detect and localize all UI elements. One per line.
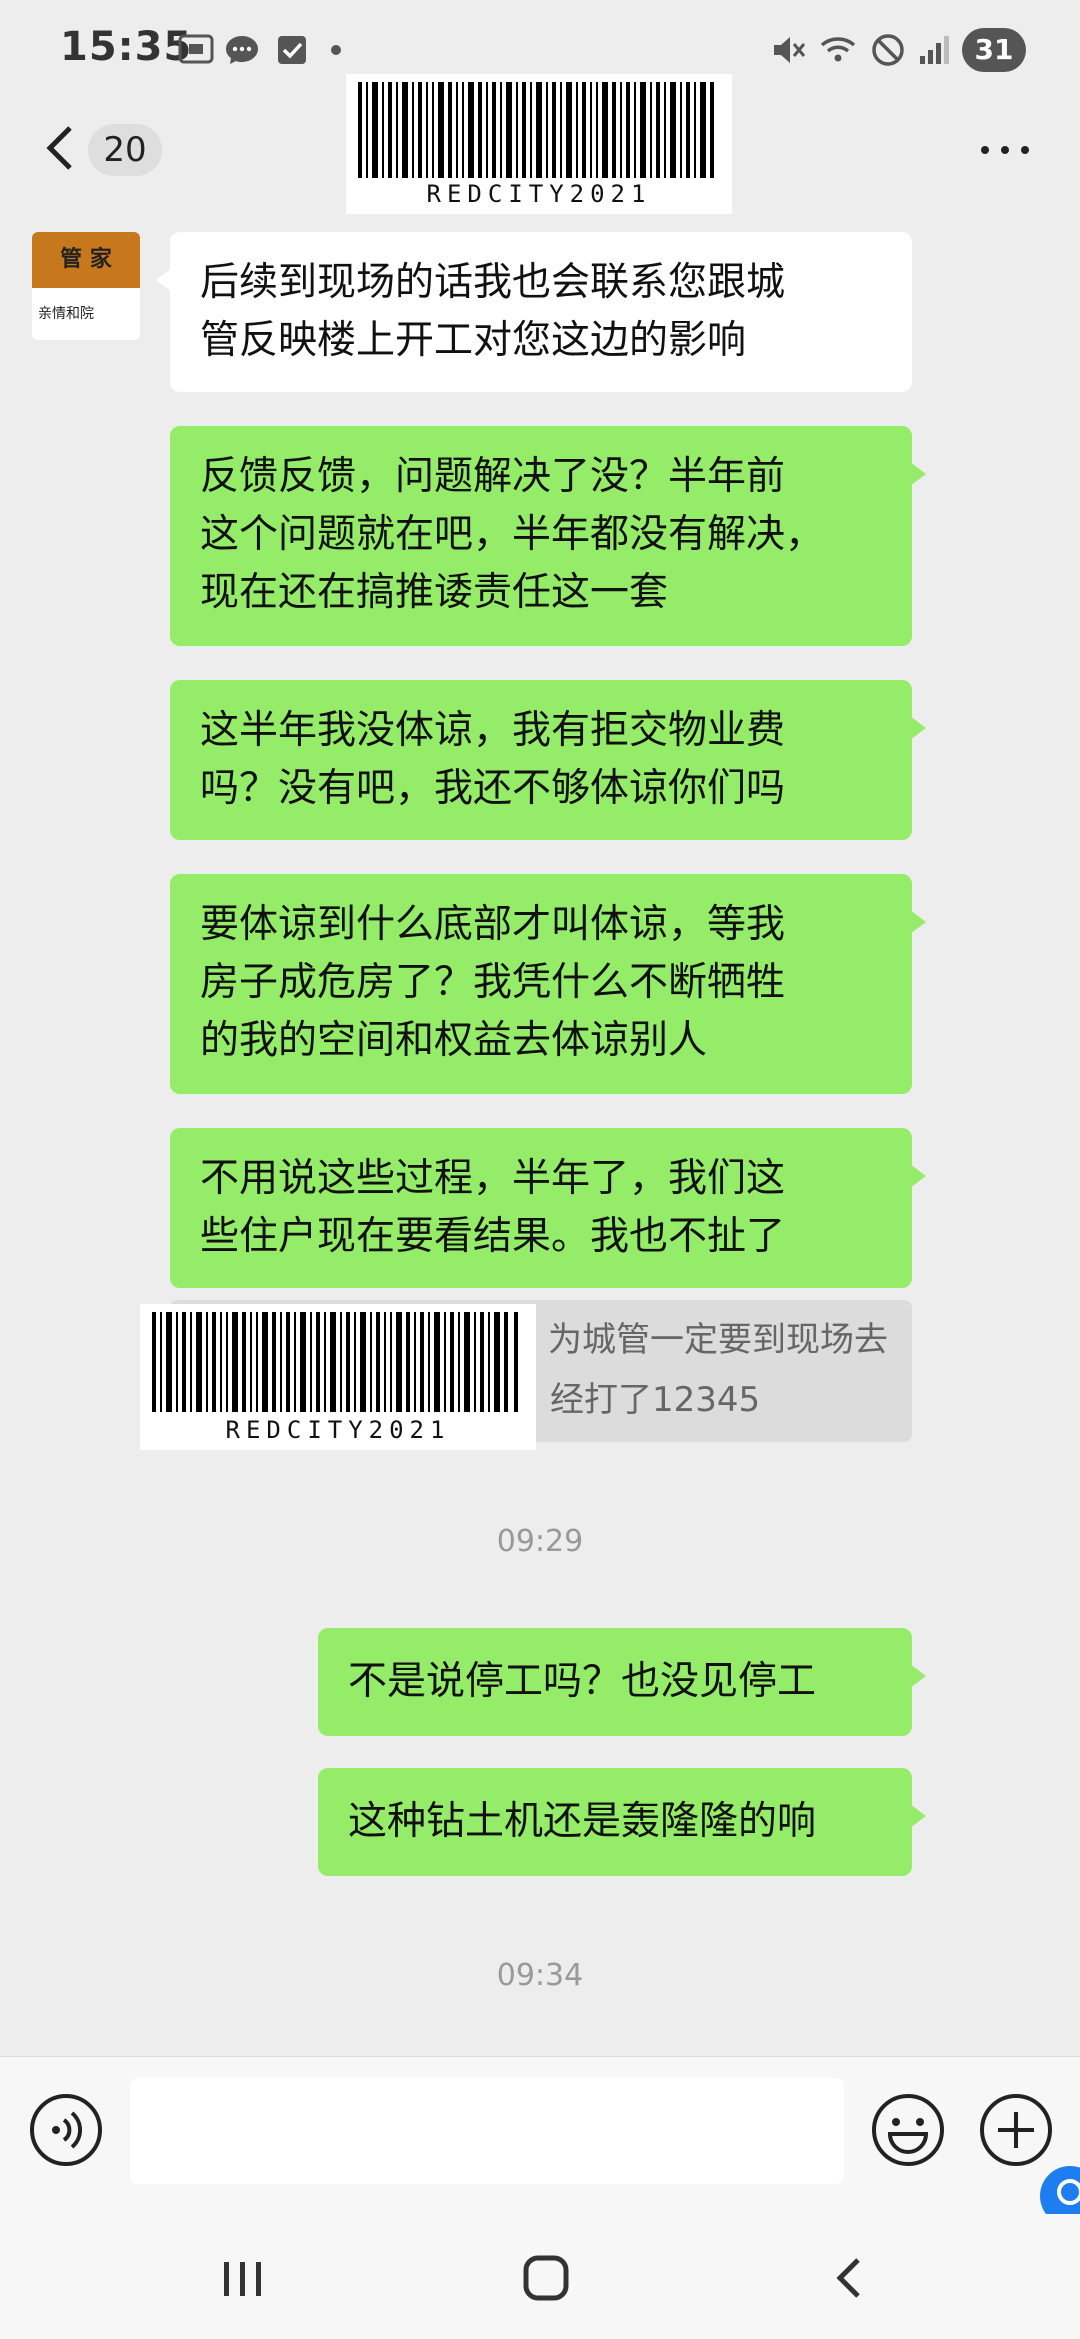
home-icon[interactable]: [516, 2248, 576, 2308]
watermark-text: REDCITY2021: [426, 180, 652, 208]
plus-icon[interactable]: [976, 2090, 1056, 2170]
emoji-icon[interactable]: [868, 2090, 948, 2170]
message-line: 管反映楼上开工对您这边的影响: [200, 318, 747, 363]
sent-message-bubble[interactable]: 这种钻土机还是轰隆隆的响: [318, 1768, 926, 1876]
message-line: 的我的空间和权益去体谅别人: [200, 1018, 708, 1063]
status-clock: 15:35: [60, 24, 193, 70]
mute-icon: [774, 37, 806, 63]
avatar-label-top: 管 家: [32, 232, 140, 288]
unread-count-badge[interactable]: 20: [88, 124, 162, 176]
watermark-barcode: REDCITY2021: [140, 1304, 536, 1450]
message-line: 现在还在搞推诿责任这一套: [200, 570, 669, 615]
system-back-icon[interactable]: [820, 2248, 880, 2308]
message-line: 反馈反馈，问题解决了没？半年前: [200, 454, 786, 499]
message-line: 吗？没有吧，我还不够体谅你们吗: [200, 766, 786, 811]
screenshot-icon: [178, 34, 214, 64]
floating-assistant-icon[interactable]: [1036, 2162, 1080, 2222]
sent-message-bubble[interactable]: 这半年我没体谅，我有拒交物业费 吗？没有吧，我还不够体谅你们吗: [170, 680, 926, 840]
watermark-text: REDCITY2021: [225, 1416, 451, 1444]
received-message-bubble[interactable]: 后续到现场的话我也会联系您跟城 管反映楼上开工对您这边的影响: [156, 232, 912, 392]
sent-message-bubble[interactable]: 要体谅到什么底部才叫体谅，等我 房子成危房了？我凭什么不断牺牲 的我的空间和权益…: [170, 874, 926, 1094]
wifi-icon: [820, 37, 856, 62]
back-chevron-icon[interactable]: [40, 122, 80, 174]
checkbox-icon: [278, 36, 306, 64]
message-line: 后续到现场的话我也会联系您跟城: [200, 260, 786, 305]
battery-indicator: 31: [962, 28, 1026, 72]
message-line: 这种钻土机还是轰隆隆的响: [348, 1799, 817, 1844]
sent-message-bubble[interactable]: 反馈反馈，问题解决了没？半年前 这个问题就在吧，半年都没有解决， 现在还在搞推诿…: [170, 426, 926, 646]
recent-apps-icon[interactable]: [214, 2248, 274, 2308]
barcode-graphic: [358, 82, 714, 178]
avatar-label-bottom: 亲情和院: [38, 306, 94, 322]
message-input-field[interactable]: [130, 2078, 844, 2184]
signal-icon: [920, 36, 949, 64]
message-timestamp: 09:34: [496, 1958, 584, 1993]
contact-avatar[interactable]: 管 家 亲情和院: [32, 232, 140, 340]
watermark-barcode: REDCITY2021: [346, 74, 732, 214]
voice-input-icon[interactable]: [26, 2090, 106, 2170]
message-line: 这个问题就在吧，半年都没有解决，: [200, 512, 825, 557]
do-not-disturb-icon: [872, 34, 904, 66]
message-line: 要体谅到什么底部才叫体谅，等我: [200, 902, 786, 947]
message-line: 些住户现在要看结果。我也不扯了: [200, 1214, 786, 1259]
more-options-icon[interactable]: [975, 132, 1035, 168]
message-line: 这半年我没体谅，我有拒交物业费: [200, 708, 786, 753]
message-line: 不是说停工吗？也没见停工: [348, 1659, 817, 1704]
sent-message-bubble[interactable]: 不用说这些过程，半年了，我们这 些住户现在要看结果。我也不扯了: [170, 1128, 926, 1288]
barcode-graphic: [152, 1312, 518, 1412]
message-line: 房子成危房了？我凭什么不断牺牲: [200, 960, 786, 1005]
message-timestamp: 09:29: [496, 1524, 584, 1559]
chat-bubble-icon: [226, 36, 258, 64]
sent-message-bubble[interactable]: 不是说停工吗？也没见停工: [318, 1628, 926, 1736]
message-line: 不用说这些过程，半年了，我们这: [200, 1156, 786, 1201]
dot-icon: [331, 45, 341, 55]
